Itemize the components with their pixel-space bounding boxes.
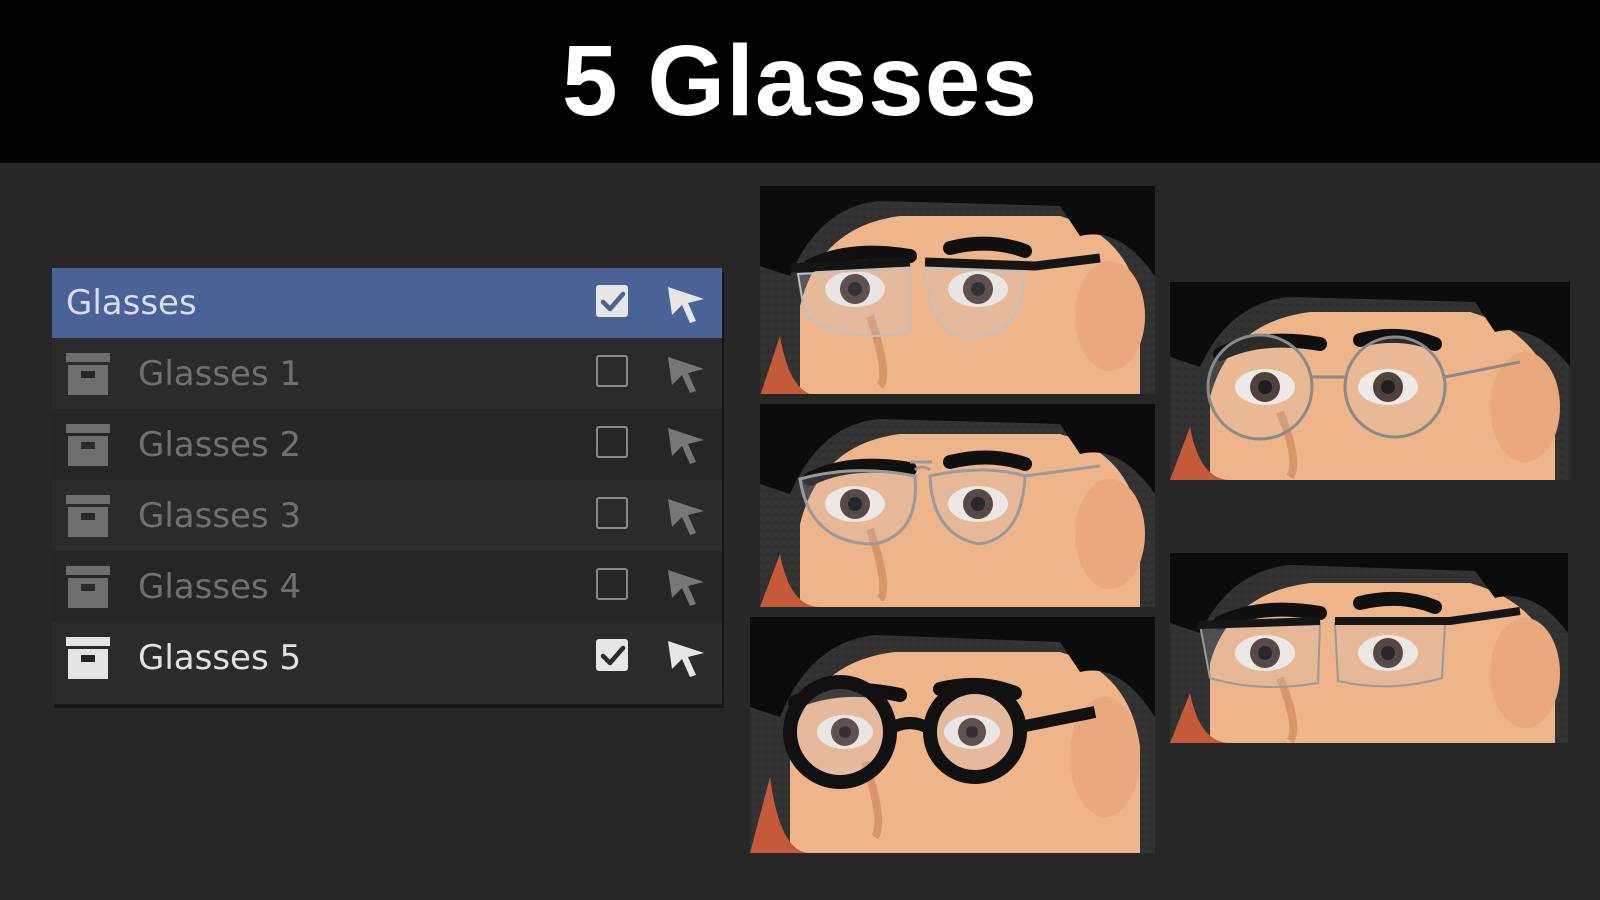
arrow-cursor-icon[interactable] <box>664 635 708 679</box>
collection-label: Glasses <box>66 283 197 323</box>
page-title: 5 Glasses <box>561 25 1039 137</box>
arrow-cursor-icon[interactable] <box>664 422 708 466</box>
outliner-row-glasses-1[interactable]: Glasses 1 <box>52 338 722 409</box>
arrow-cursor-icon[interactable] <box>664 564 708 608</box>
item-label: Glasses 3 <box>138 495 302 536</box>
visibility-checkbox[interactable] <box>596 497 628 529</box>
outliner-row-glasses-5[interactable]: Glasses 5 <box>52 622 722 693</box>
visibility-checkbox[interactable] <box>596 568 628 600</box>
arrow-cursor-icon[interactable] <box>664 351 708 395</box>
outliner-row-glasses-3[interactable]: Glasses 3 <box>52 480 722 551</box>
preview-thin-round-glasses <box>1170 282 1570 480</box>
outliner-row-glasses-4[interactable]: Glasses 4 <box>52 551 722 622</box>
header-bar: 5 Glasses <box>0 0 1600 163</box>
collection-box-icon <box>66 353 110 395</box>
preview-thick-round-glasses <box>750 617 1155 853</box>
preview-browline-glasses <box>760 186 1155 394</box>
item-label: Glasses 5 <box>138 637 302 678</box>
visibility-checkbox[interactable] <box>596 639 628 671</box>
preview-aviator-glasses <box>760 404 1155 607</box>
arrow-cursor-icon[interactable] <box>664 281 708 325</box>
item-label: Glasses 4 <box>138 566 302 607</box>
outliner-row-glasses-2[interactable]: Glasses 2 <box>52 409 722 480</box>
preview-half-rim-glasses <box>1170 553 1568 743</box>
collection-box-icon <box>66 424 110 466</box>
collection-visibility-checkbox[interactable] <box>596 285 628 317</box>
outliner-panel: Glasses Glasses 1 Glasses 2 Glasses 3 Gl… <box>52 268 722 704</box>
arrow-cursor-icon[interactable] <box>664 493 708 537</box>
checkmark-icon <box>600 291 626 312</box>
item-label: Glasses 2 <box>138 424 302 465</box>
outliner-row-glasses-collection[interactable]: Glasses <box>52 268 722 338</box>
collection-box-icon <box>66 566 110 608</box>
collection-box-icon <box>66 495 110 537</box>
checkmark-icon <box>600 645 626 666</box>
item-label: Glasses 1 <box>138 353 302 394</box>
visibility-checkbox[interactable] <box>596 355 628 387</box>
visibility-checkbox[interactable] <box>596 426 628 458</box>
collection-box-icon <box>66 637 110 679</box>
